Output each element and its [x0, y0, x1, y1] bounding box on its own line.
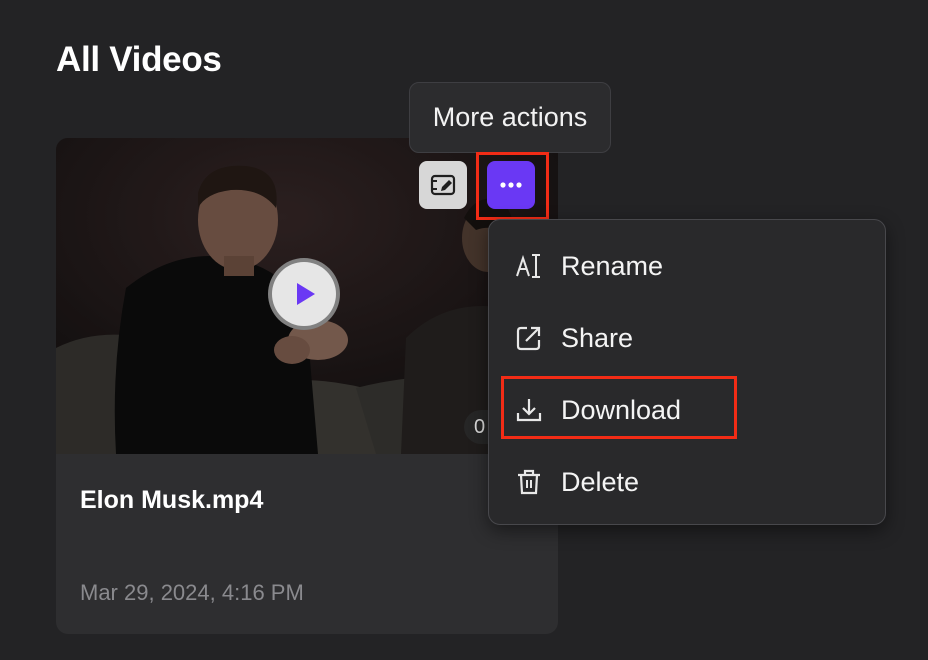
play-icon	[297, 283, 315, 305]
menu-item-rename[interactable]: Rename	[489, 230, 885, 302]
menu-item-label: Rename	[561, 250, 664, 281]
video-library-page: All Videos 0 Elon Musk.mp4 Mar 29, 2024,…	[0, 0, 928, 660]
play-button[interactable]	[268, 258, 340, 330]
share-icon	[515, 324, 543, 352]
download-icon	[515, 396, 543, 424]
menu-item-label: Share	[561, 322, 634, 353]
rename-icon	[515, 252, 543, 280]
video-card[interactable]: 0 Elon Musk.mp4 Mar 29, 2024, 4:16 PM	[56, 138, 558, 634]
menu-item-share[interactable]: Share	[489, 302, 885, 374]
more-actions-button[interactable]	[487, 161, 535, 209]
more-actions-menu: Rename Share Download Delete	[488, 219, 886, 525]
trash-icon	[515, 468, 543, 496]
menu-item-label: Download	[561, 394, 682, 425]
video-edit-icon	[430, 174, 456, 196]
menu-item-delete[interactable]: Delete	[489, 446, 885, 518]
more-dots-icon	[500, 182, 522, 188]
video-thumbnail[interactable]: 0	[56, 138, 558, 454]
video-date: Mar 29, 2024, 4:16 PM	[80, 580, 304, 605]
menu-item-download[interactable]: Download	[489, 374, 885, 446]
edit-video-button[interactable]	[419, 161, 467, 209]
page-title: All Videos	[56, 40, 222, 79]
menu-item-label: Delete	[561, 466, 640, 497]
video-title[interactable]: Elon Musk.mp4	[80, 486, 263, 515]
more-actions-tooltip: More actions	[409, 82, 611, 153]
